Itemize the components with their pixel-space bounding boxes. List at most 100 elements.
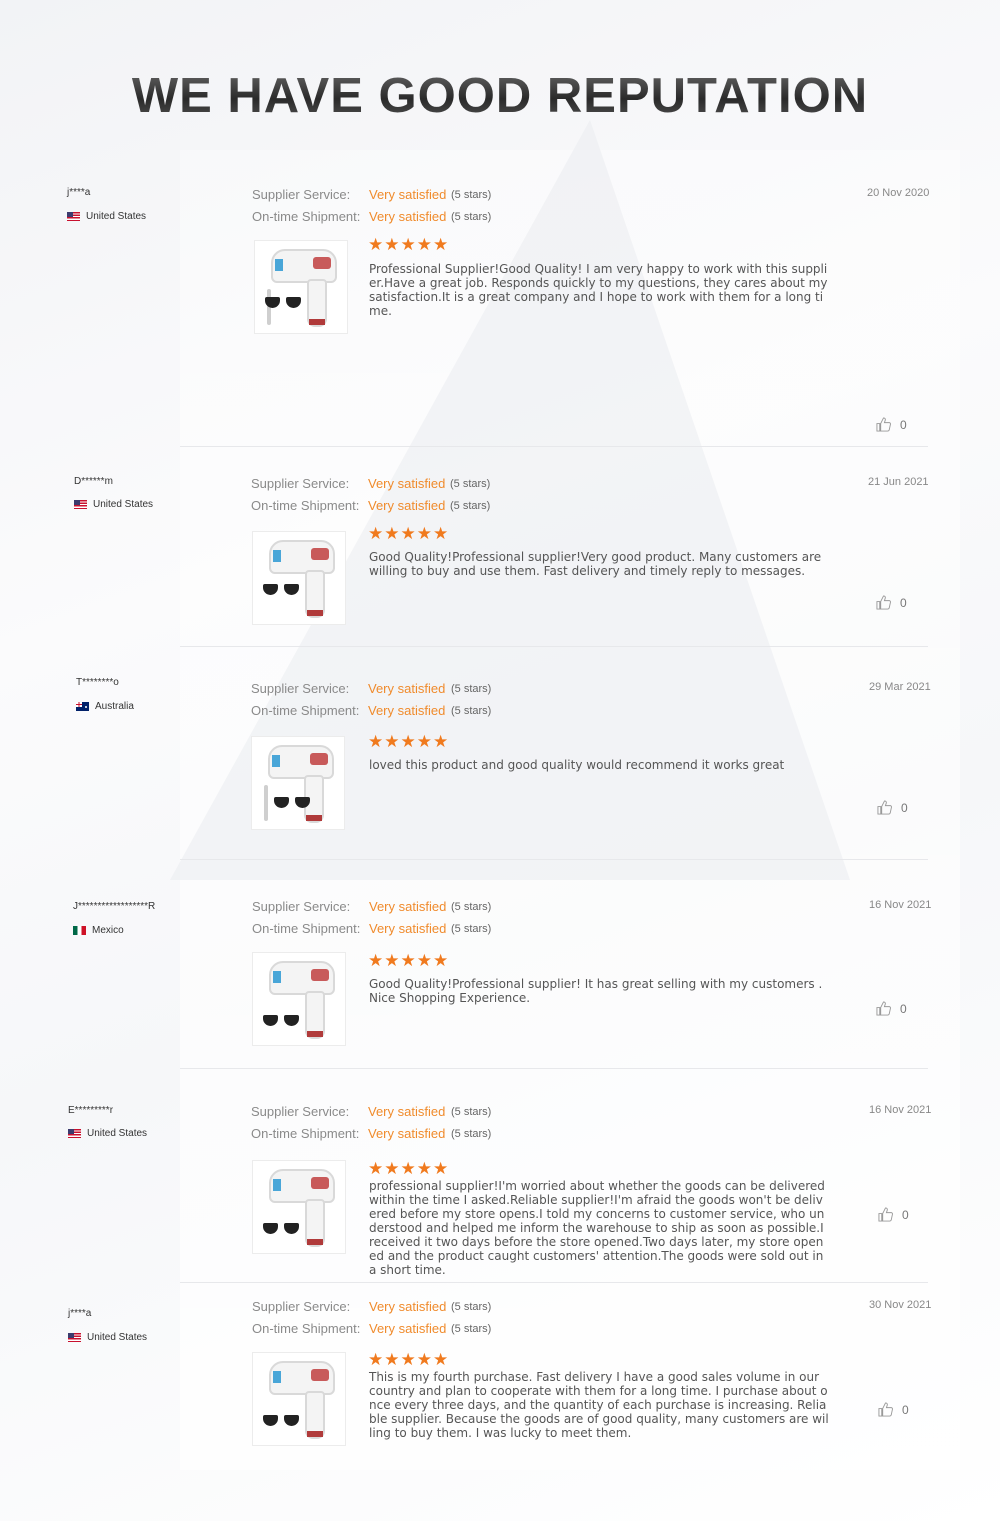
on-time-shipment-rating: Very satisfied — [369, 921, 447, 936]
country-name: United States — [86, 211, 147, 222]
rating-stars: ★★★★★ — [368, 235, 450, 254]
page-title: WE HAVE GOOD REPUTATION — [0, 68, 1000, 124]
review-comment: loved this product and good quality woul… — [369, 758, 785, 772]
country-name: United States — [87, 1128, 148, 1139]
review-divider — [180, 646, 928, 647]
reviewer-name: J******************R — [73, 901, 156, 912]
supplier-service-stars: (5 stars) — [450, 478, 491, 490]
thumbs-up-icon — [877, 800, 892, 815]
on-time-shipment-rating: Very satisfied — [368, 703, 446, 718]
reviewer-country: United States — [74, 499, 153, 510]
reviewer-country: United States — [67, 211, 146, 222]
review-comment: Good Quality!Professional supplier!Very … — [369, 550, 822, 578]
on-time-shipment-stars: (5 stars) — [451, 705, 492, 717]
supplier-service-stars: (5 stars) — [451, 683, 492, 695]
rating-stars: ★★★★★ — [368, 1159, 450, 1178]
review-divider — [180, 446, 928, 447]
product-thumbnail[interactable] — [252, 952, 346, 1046]
country-name: United States — [93, 499, 154, 510]
like-count: 0 — [902, 1402, 909, 1417]
on-time-shipment-stars: (5 stars) — [450, 500, 491, 512]
on-time-shipment-rating: Very satisfied — [368, 1126, 446, 1141]
on-time-shipment-label: On-time Shipment: — [252, 209, 361, 224]
supplier-service-rating: Very satisfied — [369, 187, 447, 202]
on-time-shipment-stars: (5 stars) — [451, 923, 492, 935]
reviewer-name: D******m — [74, 476, 113, 487]
thumbs-up-icon — [876, 417, 891, 432]
like-button[interactable]: 0 — [878, 1207, 909, 1222]
au-flag-icon — [76, 702, 89, 711]
supplier-service-label: Supplier Service: — [251, 476, 350, 491]
supplier-service-rating: Very satisfied — [368, 1104, 446, 1119]
like-count: 0 — [902, 1207, 909, 1222]
country-name: Mexico — [92, 925, 124, 936]
on-time-shipment-stars: (5 stars) — [451, 1128, 492, 1140]
review-date: 16 Nov 2021 — [869, 1104, 932, 1116]
supplier-service-label: Supplier Service: — [252, 899, 351, 914]
review-comment: This is my fourth purchase. Fast deliver… — [369, 1370, 829, 1440]
review-divider — [180, 859, 928, 860]
product-thumbnail[interactable] — [254, 240, 348, 334]
like-button[interactable]: 0 — [878, 1402, 909, 1417]
review-comment: Good Quality!Professional supplier! It h… — [369, 977, 823, 1005]
supplier-service-stars: (5 stars) — [451, 1106, 492, 1118]
review-date: 29 Mar 2021 — [869, 681, 931, 693]
review-date: 30 Nov 2021 — [869, 1299, 932, 1311]
reviewer-name: E*********r — [68, 1105, 114, 1116]
on-time-shipment-label: On-time Shipment: — [251, 498, 360, 513]
country-name: Australia — [95, 701, 134, 712]
supplier-service-label: Supplier Service: — [252, 1299, 351, 1314]
like-button[interactable]: 0 — [876, 1001, 907, 1016]
reviewer-country: United States — [68, 1332, 147, 1343]
like-count: 0 — [901, 800, 908, 815]
mx-flag-icon — [73, 926, 86, 935]
like-button[interactable]: 0 — [877, 800, 908, 815]
product-thumbnail[interactable] — [252, 1160, 346, 1254]
like-button[interactable]: 0 — [876, 595, 907, 610]
review-comment: Professional Supplier!Good Quality! I am… — [369, 262, 828, 318]
us-flag-icon — [68, 1129, 81, 1138]
rating-stars: ★★★★★ — [368, 524, 450, 543]
on-time-shipment-rating: Very satisfied — [369, 209, 447, 224]
thumbs-up-icon — [878, 1402, 893, 1417]
review-divider — [180, 1282, 928, 1283]
us-flag-icon — [67, 212, 80, 221]
like-button[interactable]: 0 — [876, 417, 907, 432]
product-thumbnail[interactable] — [252, 1352, 346, 1446]
on-time-shipment-label: On-time Shipment: — [251, 1126, 360, 1141]
rating-stars: ★★★★★ — [368, 732, 450, 751]
us-flag-icon — [68, 1333, 81, 1342]
on-time-shipment-stars: (5 stars) — [451, 1323, 492, 1335]
us-flag-icon — [74, 500, 87, 509]
country-name: United States — [87, 1332, 148, 1343]
rating-stars: ★★★★★ — [368, 951, 450, 970]
supplier-service-rating: Very satisfied — [368, 476, 446, 491]
supplier-service-stars: (5 stars) — [451, 189, 492, 201]
review-divider — [180, 1068, 928, 1069]
like-count: 0 — [900, 417, 907, 432]
rating-stars: ★★★★★ — [368, 1350, 450, 1369]
review-date: 20 Nov 2020 — [867, 187, 930, 199]
reviewer-country: Mexico — [73, 925, 124, 936]
supplier-service-stars: (5 stars) — [451, 1301, 492, 1313]
like-count: 0 — [900, 595, 907, 610]
on-time-shipment-label: On-time Shipment: — [251, 703, 360, 718]
supplier-service-rating: Very satisfied — [369, 899, 447, 914]
supplier-service-stars: (5 stars) — [451, 901, 492, 913]
review-date: 21 Jun 2021 — [868, 476, 929, 488]
review-date: 16 Nov 2021 — [869, 899, 932, 911]
like-count: 0 — [900, 1001, 907, 1016]
on-time-shipment-stars: (5 stars) — [451, 211, 492, 223]
thumbs-up-icon — [876, 595, 891, 610]
review-comment: professional supplier!I'm worried about … — [369, 1179, 825, 1277]
product-thumbnail[interactable] — [251, 736, 345, 830]
product-thumbnail[interactable] — [252, 531, 346, 625]
supplier-service-label: Supplier Service: — [251, 681, 350, 696]
on-time-shipment-rating: Very satisfied — [368, 498, 446, 513]
supplier-service-label: Supplier Service: — [251, 1104, 350, 1119]
on-time-shipment-rating: Very satisfied — [369, 1321, 447, 1336]
reviewer-name: T********o — [76, 677, 119, 688]
supplier-service-rating: Very satisfied — [368, 681, 446, 696]
thumbs-up-icon — [878, 1207, 893, 1222]
thumbs-up-icon — [876, 1001, 891, 1016]
